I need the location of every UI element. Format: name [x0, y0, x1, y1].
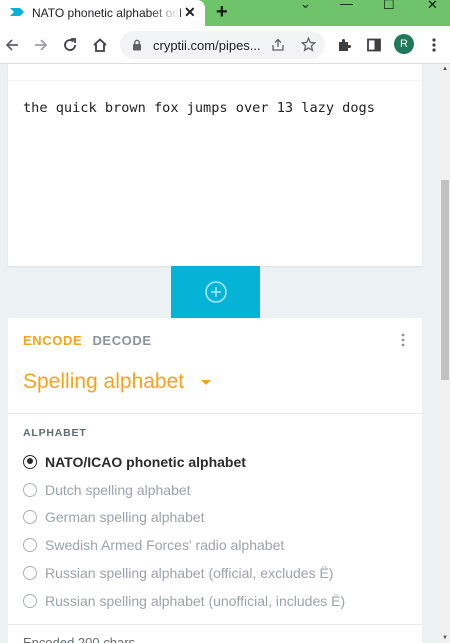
minimize-icon[interactable]: — — [340, 0, 353, 11]
bookmark-star-icon[interactable] — [301, 37, 316, 52]
home-icon[interactable] — [90, 35, 110, 55]
plus-circle-icon — [204, 281, 227, 303]
tab-search-icon[interactable]: ⌄ — [300, 0, 311, 12]
input-card: the quick brown fox jumps over 13 lazy d… — [8, 64, 422, 266]
cryptii-favicon-icon — [10, 8, 24, 16]
url-text: cryptii.com/pipes... — [153, 38, 261, 53]
tab-strip: NATO phonetic alphabet online ✕ + ⌄ — ☐ … — [0, 0, 450, 26]
radio-label: Dutch spelling alphabet — [45, 481, 191, 498]
new-tab-button[interactable]: + — [216, 1, 228, 24]
radio-label: NATO/ICAO phonetic alphabet — [45, 453, 246, 470]
radio-option-russian-unofficial[interactable]: Russian spelling alphabet (unofficial, i… — [23, 587, 345, 615]
encoder-title[interactable]: Spelling alphabet — [23, 370, 184, 394]
radio-unchecked-icon[interactable] — [23, 538, 37, 553]
radio-label: Russian spelling alphabet (unofficial, i… — [45, 592, 346, 609]
radio-option-dutch[interactable]: Dutch spelling alphabet — [23, 476, 345, 504]
encoder-card: ENCODE DECODE Spelling alphabet ALPHABET… — [8, 318, 422, 643]
maximize-icon[interactable]: ☐ — [383, 0, 395, 13]
radio-option-swedish[interactable]: Swedish Armed Forces' radio alphabet — [23, 531, 345, 559]
radio-option-russian-official[interactable]: Russian spelling alphabet (official, exc… — [23, 559, 345, 587]
extensions-icon[interactable] — [334, 35, 354, 55]
forward-icon[interactable] — [31, 35, 51, 55]
scrollbar-thumb[interactable] — [441, 180, 449, 380]
radio-unchecked-icon[interactable] — [23, 510, 37, 525]
back-icon[interactable] — [2, 35, 22, 55]
share-icon[interactable] — [271, 38, 285, 52]
tab-title-fade — [150, 0, 180, 26]
input-card-divider — [8, 80, 422, 81]
menu-kebab-icon[interactable] — [424, 35, 444, 55]
radio-label: Russian spelling alphabet (official, exc… — [45, 565, 334, 582]
chevron-down-icon[interactable] — [201, 380, 211, 385]
mode-tabs: ENCODE DECODE — [23, 333, 152, 348]
more-options-icon[interactable] — [401, 332, 405, 348]
radio-label: German spelling alphabet — [45, 509, 205, 526]
address-bar[interactable]: cryptii.com/pipes... — [120, 31, 325, 59]
plaintext-input[interactable]: the quick brown fox jumps over 13 lazy d… — [23, 100, 375, 116]
scroll-up-icon[interactable]: ▲ — [442, 66, 448, 72]
side-panel-icon[interactable] — [364, 35, 384, 55]
radio-checked-icon[interactable] — [23, 454, 37, 469]
alphabet-section-label: ALPHABET — [23, 427, 87, 439]
tab-encode[interactable]: ENCODE — [23, 333, 82, 348]
footer-divider — [8, 624, 422, 625]
alphabet-radio-list: NATO/ICAO phonetic alphabet Dutch spelli… — [23, 448, 345, 615]
radio-label: Swedish Armed Forces' radio alphabet — [45, 537, 285, 554]
radio-unchecked-icon[interactable] — [23, 482, 37, 497]
radio-option-nato[interactable]: NATO/ICAO phonetic alphabet — [23, 448, 345, 476]
close-window-icon[interactable]: ✕ — [427, 0, 438, 13]
browser-toolbar: cryptii.com/pipes... R — [0, 26, 450, 64]
radio-option-german[interactable]: German spelling alphabet — [23, 504, 345, 532]
scroll-down-icon[interactable]: ▼ — [442, 635, 448, 641]
encoded-status: Encoded 200 chars — [23, 635, 136, 643]
add-brick-button[interactable] — [171, 266, 260, 318]
lock-icon — [133, 39, 141, 51]
encoder-divider — [8, 413, 422, 414]
profile-avatar[interactable]: R — [394, 34, 414, 54]
radio-unchecked-icon[interactable] — [23, 566, 37, 581]
browser-tab[interactable]: NATO phonetic alphabet online ✕ — [0, 0, 205, 26]
reload-icon[interactable] — [60, 35, 80, 55]
tab-decode[interactable]: DECODE — [92, 333, 151, 348]
page-scrollbar[interactable]: ▲ ▼ — [440, 64, 450, 643]
page-content: the quick brown fox jumps over 13 lazy d… — [0, 64, 440, 643]
tab-close-icon[interactable]: ✕ — [184, 4, 196, 21]
radio-unchecked-icon[interactable] — [23, 593, 37, 608]
